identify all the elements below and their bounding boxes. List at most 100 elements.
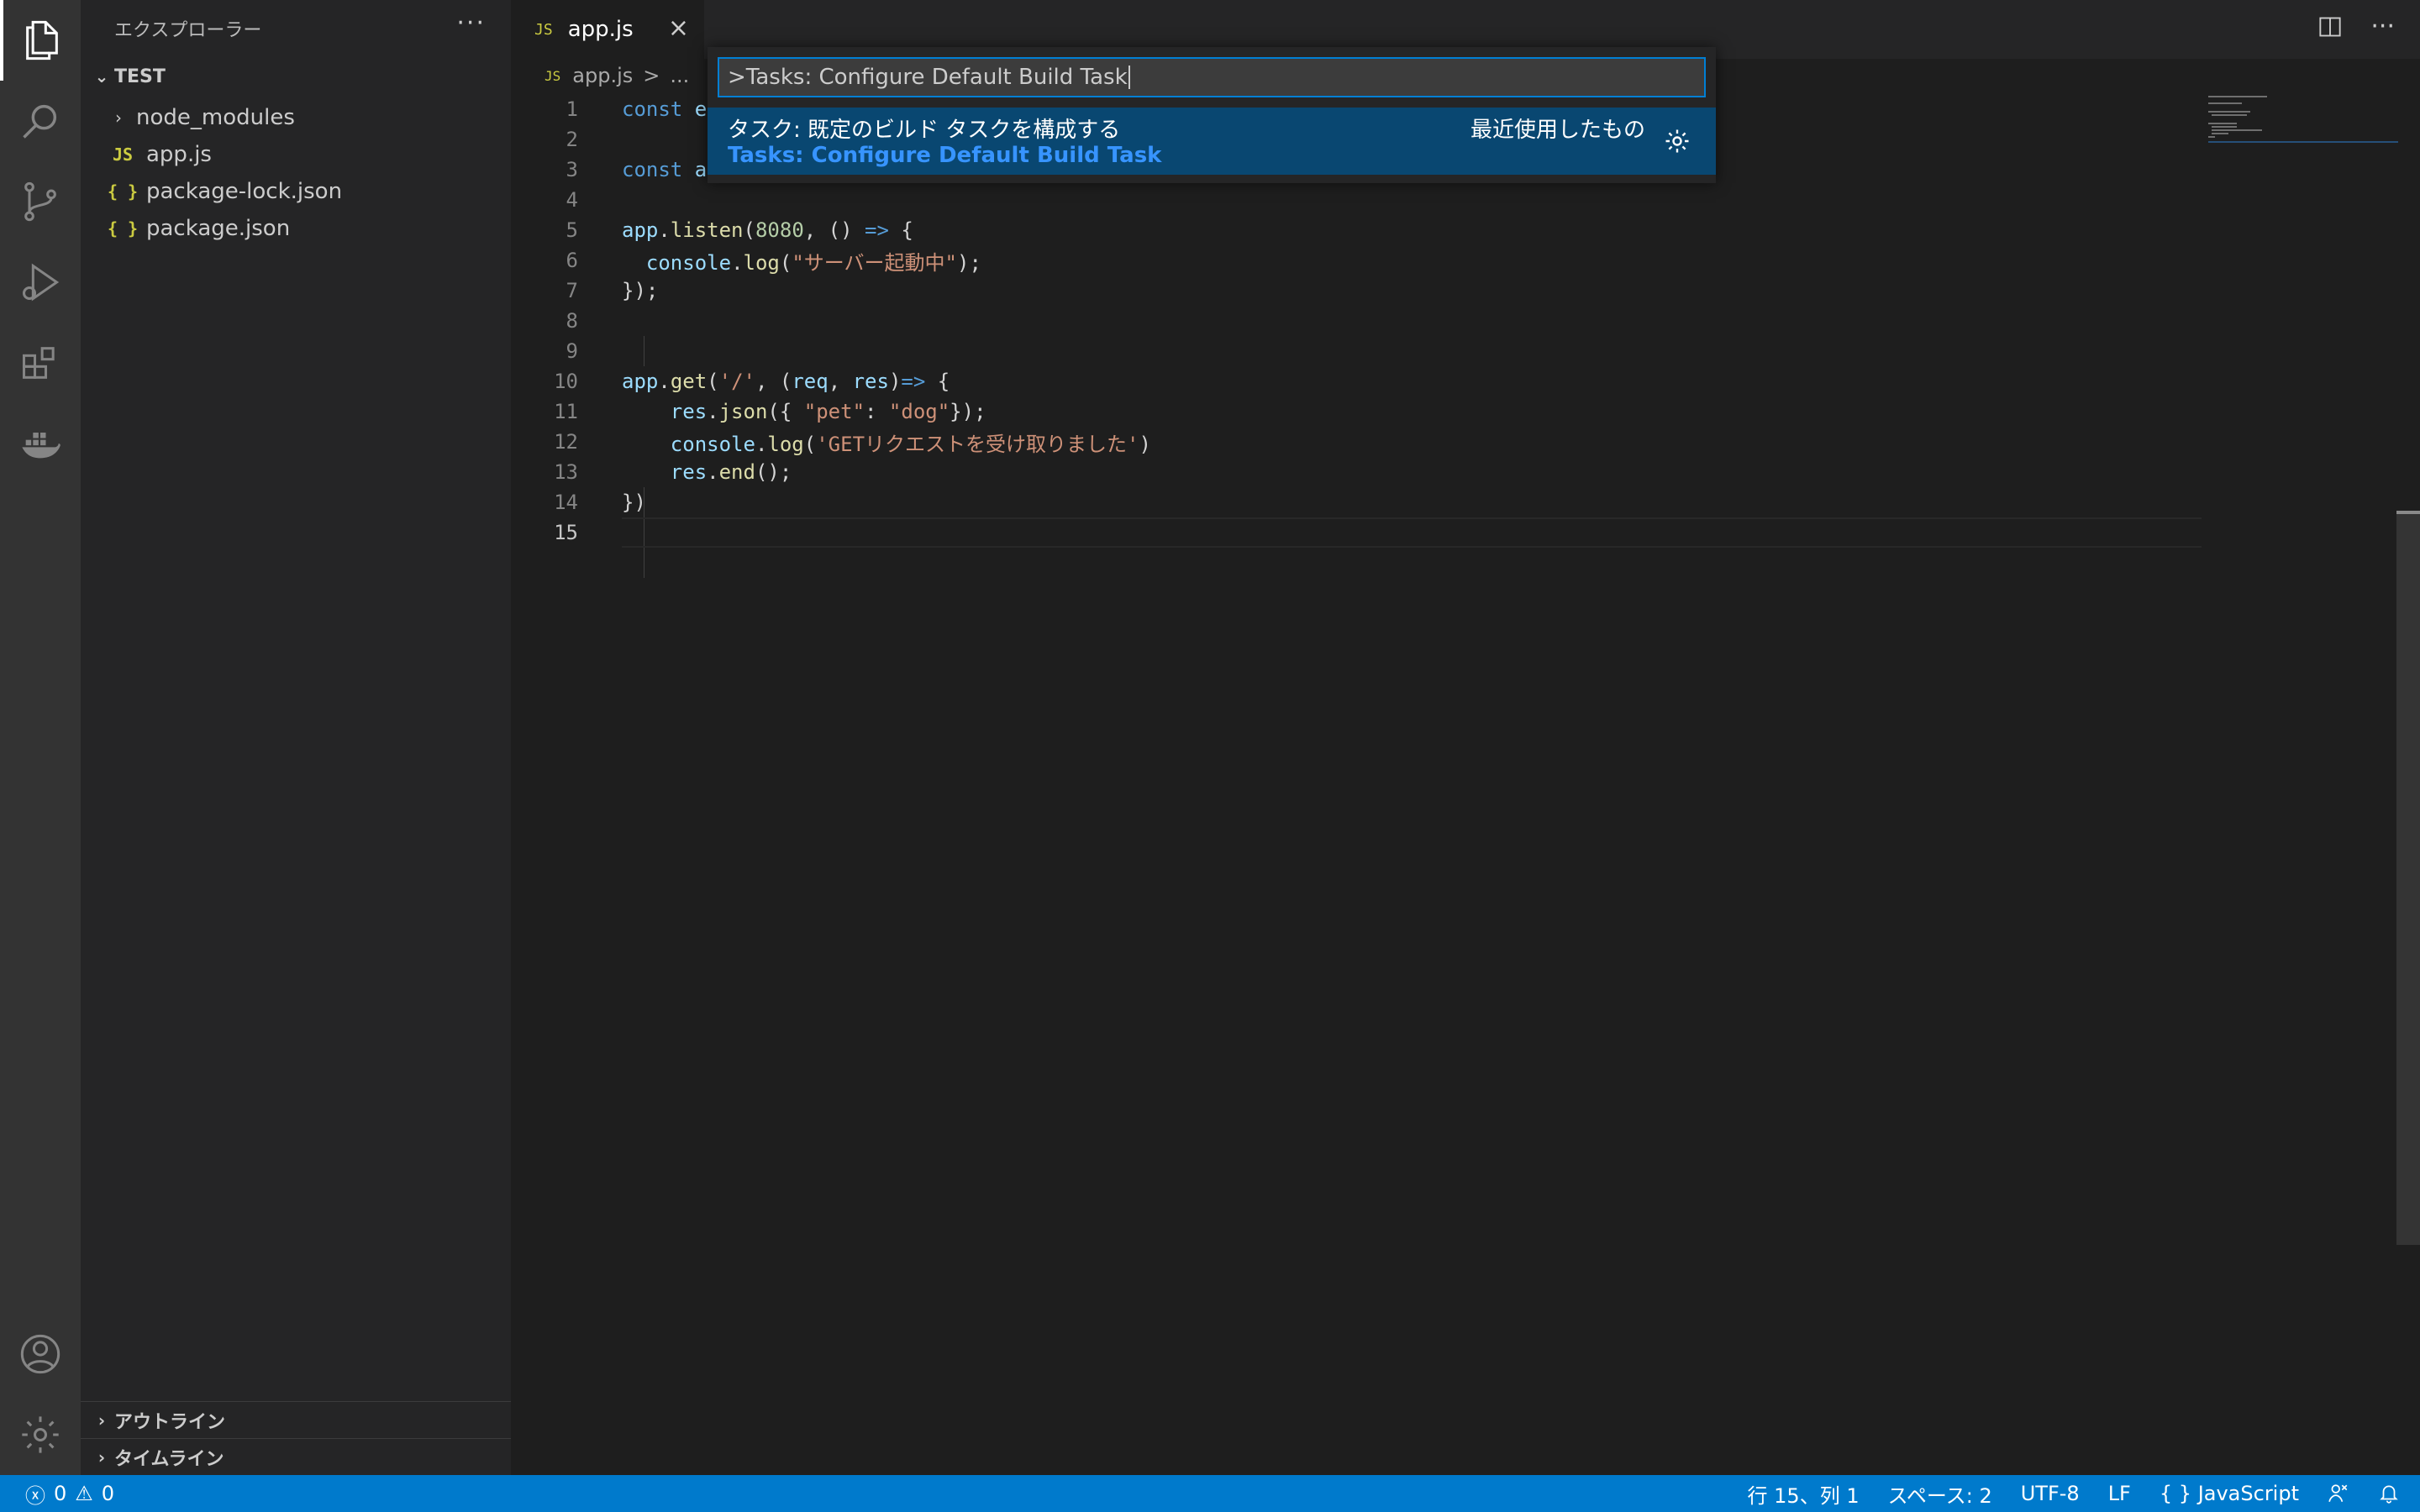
braces-icon: { } xyxy=(2159,1482,2192,1505)
line-number: 8 xyxy=(566,309,578,333)
code-text: app.listen(8080, () => { xyxy=(622,218,913,242)
line-number: 10 xyxy=(554,370,578,393)
chevron-right-icon: › xyxy=(115,108,122,128)
search-icon[interactable] xyxy=(0,81,81,161)
explorer-title: エクスプローラー xyxy=(114,20,262,41)
error-icon: ⓧ xyxy=(25,1483,45,1508)
scrollbar-thumb[interactable] xyxy=(2396,514,2420,1245)
tree-item-package-json[interactable]: { } package.json xyxy=(81,210,511,247)
tree-item-node-modules[interactable]: › node_modules xyxy=(81,99,511,136)
code-line: 14}) xyxy=(511,487,2191,517)
code-line: 5 app.listen(8080, () => { xyxy=(511,215,2191,245)
tree-item-package-lock-json[interactable]: { } package-lock.json xyxy=(81,173,511,210)
json-file-icon: { } xyxy=(107,218,139,239)
tab-app-js[interactable]: JS app.js × xyxy=(511,0,704,59)
tree-item-label: package-lock.json xyxy=(146,179,343,204)
line-number: 1 xyxy=(566,97,578,121)
extensions-icon[interactable] xyxy=(0,323,81,403)
code-text: console.log("サーバー起動中"); xyxy=(645,250,981,275)
code-text: const e xyxy=(622,97,708,121)
editor-area: JS app.js × ··· JS app.js > ... 1 const e… xyxy=(511,0,2420,1475)
tree-item-label: app.js xyxy=(146,142,212,167)
current-line-highlight xyxy=(622,517,2202,548)
minimap[interactable] xyxy=(2198,89,2400,148)
tree-item-label: package.json xyxy=(146,216,291,241)
files-icon[interactable] xyxy=(0,0,81,81)
command-palette: >Tasks: Configure Default Build Task タスク… xyxy=(708,47,1716,183)
notifications-bell-icon[interactable] xyxy=(2378,1483,2400,1504)
run-debug-icon[interactable] xyxy=(0,242,81,323)
javascript-file-icon: JS xyxy=(112,144,134,165)
language-label: JavaScript xyxy=(2197,1482,2299,1505)
code-text: res.end(); xyxy=(670,460,792,484)
docker-icon[interactable] xyxy=(0,403,81,484)
feedback-icon[interactable] xyxy=(2328,1483,2349,1504)
cursor-position-marker xyxy=(2396,511,2420,514)
code-line: 10 app.get('/', (req, res)=> { xyxy=(511,366,2191,396)
code-text: app.get('/', (req, res)=> { xyxy=(622,370,950,393)
timeline-panel-header[interactable]: › タイムライン xyxy=(81,1438,511,1475)
breadcrumb-rest[interactable]: ... xyxy=(670,64,689,87)
workspace-folder[interactable]: ⌄ TEST xyxy=(89,64,166,89)
warning-count: 0 xyxy=(101,1482,115,1505)
line-number: 11 xyxy=(554,400,578,423)
end-of-line[interactable]: LF xyxy=(2108,1482,2131,1505)
settings-gear-icon[interactable] xyxy=(0,1394,81,1475)
outline-panel-header[interactable]: › アウトライン xyxy=(81,1401,511,1438)
status-bar-right: 行 15、列 1 スペース: 2 UTF-8 LF { } JavaScript xyxy=(1748,1475,2400,1512)
problems-indicator[interactable]: ⓧ 0 ⚠ 0 xyxy=(25,1475,114,1512)
line-number: 13 xyxy=(554,460,578,484)
command-palette-item[interactable]: タスク: 既定のビルド タスクを構成する Tasks: Configure De… xyxy=(708,108,1716,175)
chevron-right-icon: › xyxy=(97,1446,106,1467)
code-line: 12 console.log('GETリクエストを受け取りました') xyxy=(511,427,2191,457)
command-detail: Tasks: Configure Default Build Task xyxy=(728,143,1162,168)
command-palette-input-value: >Tasks: Configure Default Build Task xyxy=(728,65,1128,90)
line-number: 6 xyxy=(566,249,578,272)
encoding[interactable]: UTF-8 xyxy=(2021,1482,2080,1505)
close-icon[interactable]: × xyxy=(668,13,689,43)
vertical-scrollbar[interactable] xyxy=(2396,94,2420,1245)
language-mode[interactable]: { } JavaScript xyxy=(2160,1482,2299,1505)
file-tree: › node_modules JS app.js { } package-loc… xyxy=(81,99,511,247)
source-control-icon[interactable] xyxy=(0,161,81,242)
error-count: 0 xyxy=(54,1482,67,1505)
cursor-position[interactable]: 行 15、列 1 xyxy=(1748,1479,1860,1509)
code-text: console.log('GETリクエストを受け取りました') xyxy=(670,432,1151,456)
code-line: 9 xyxy=(511,336,2191,366)
tree-item-label: node_modules xyxy=(136,105,295,130)
javascript-file-icon: JS xyxy=(534,20,553,39)
command-palette-input[interactable]: >Tasks: Configure Default Build Task xyxy=(718,57,1706,97)
chevron-down-icon: ⌄ xyxy=(94,66,109,87)
javascript-file-icon: JS xyxy=(544,67,561,84)
breadcrumb-file[interactable]: app.js xyxy=(572,64,633,87)
code-line: 7}); xyxy=(511,276,2191,306)
code-line: 6 console.log("サーバー起動中"); xyxy=(511,245,2191,276)
code-text: }); xyxy=(622,279,659,302)
text-caret xyxy=(1128,66,1130,89)
recently-used-badge: 最近使用したもの xyxy=(1470,118,1645,143)
tree-item-app-js[interactable]: JS app.js xyxy=(81,136,511,173)
indentation[interactable]: スペース: 2 xyxy=(1888,1479,1992,1509)
more-actions-icon[interactable]: ··· xyxy=(456,8,486,38)
editor-actions: ··· xyxy=(2318,12,2395,41)
account-icon[interactable] xyxy=(0,1314,81,1394)
more-actions-icon[interactable]: ··· xyxy=(2370,12,2395,41)
line-number: 14 xyxy=(554,491,578,514)
outline-label: アウトライン xyxy=(114,1411,226,1433)
line-number: 9 xyxy=(566,339,578,363)
activity-bar xyxy=(0,0,81,1475)
code-line: 8 xyxy=(511,306,2191,336)
split-editor-icon[interactable] xyxy=(2318,15,2342,39)
timeline-label: タイムライン xyxy=(114,1448,224,1470)
line-number: 7 xyxy=(566,279,578,302)
line-number: 15 xyxy=(554,521,578,544)
line-number: 4 xyxy=(566,188,578,212)
line-number: 12 xyxy=(554,430,578,454)
command-label: タスク: 既定のビルド タスクを構成する xyxy=(728,118,1121,143)
configure-keybinding-gear-icon[interactable] xyxy=(1662,126,1692,156)
breadcrumb-separator: > xyxy=(643,64,660,87)
code-line: 11 res.json({ "pet": "dog"}); xyxy=(511,396,2191,427)
breadcrumb: JS app.js > ... xyxy=(544,64,689,87)
code-text: const a xyxy=(622,158,708,181)
line-number: 5 xyxy=(566,218,578,242)
